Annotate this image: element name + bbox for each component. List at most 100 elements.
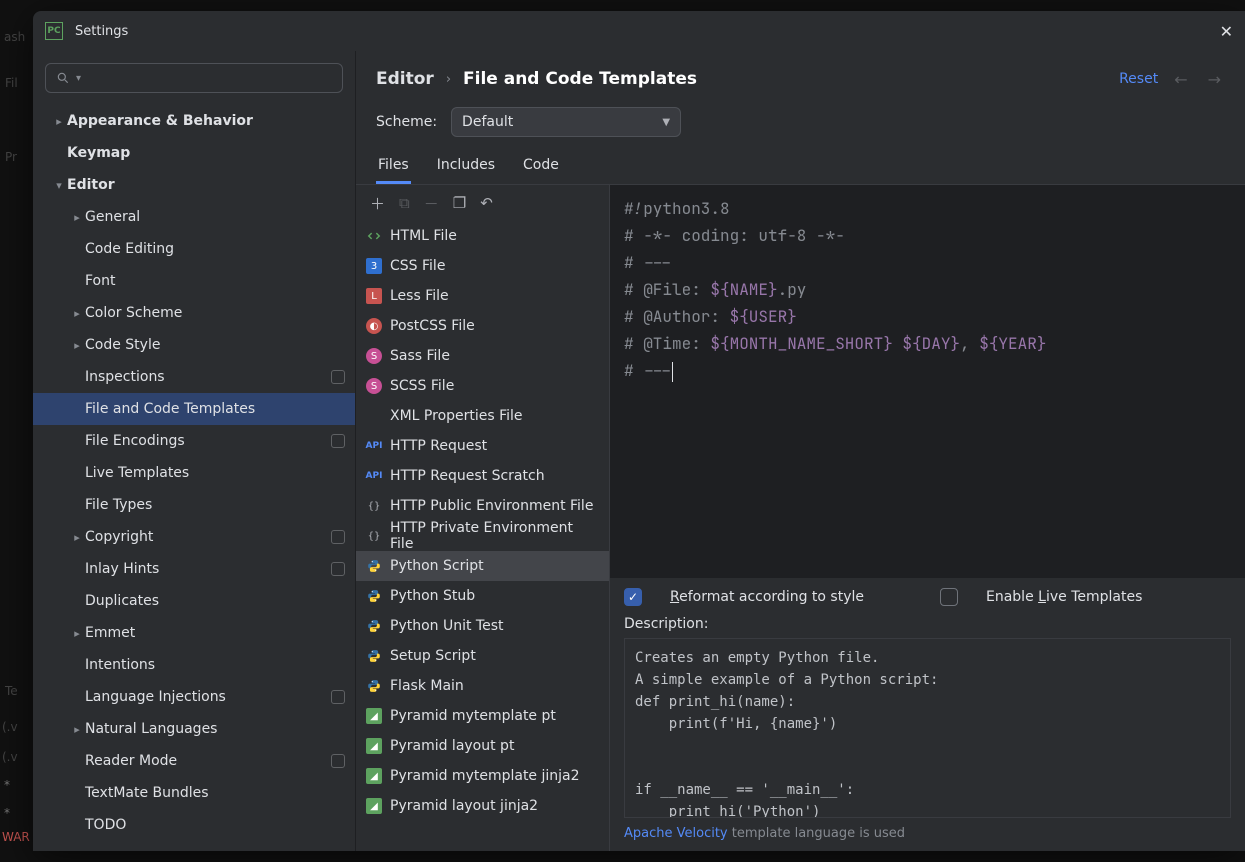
sidebar-item[interactable]: File and Code Templates: [33, 393, 355, 425]
forward-button[interactable]: →: [1204, 70, 1225, 89]
scheme-select[interactable]: Default ▼: [451, 107, 681, 137]
settings-sidebar: ▾ ▸Appearance & Behavior Keymap ▾Editor▸Ge…: [33, 51, 356, 851]
live-templates-checkbox[interactable]: [940, 588, 958, 606]
settings-tree[interactable]: ▸Appearance & Behavior Keymap ▾Editor▸Gene…: [33, 105, 355, 851]
copy-button[interactable]: ❐: [453, 194, 466, 212]
pyr-icon: ◢: [366, 708, 382, 724]
py-icon: [366, 678, 382, 694]
template-item[interactable]: ◢Pyramid mytemplate jinja2: [356, 761, 609, 791]
json-icon: {}: [366, 498, 382, 514]
sidebar-item[interactable]: ▸General: [33, 201, 355, 233]
template-item[interactable]: 3CSS File: [356, 251, 609, 281]
titlebar: PC Settings ✕: [33, 11, 1245, 51]
sidebar-item[interactable]: Inspections: [33, 361, 355, 393]
tab-includes[interactable]: Includes: [435, 147, 497, 184]
sidebar-item-label: Live Templates: [85, 465, 189, 481]
chevron-right-icon[interactable]: ▸: [69, 339, 85, 352]
chevron-right-icon[interactable]: ▸: [69, 211, 85, 224]
template-item[interactable]: APIHTTP Request Scratch: [356, 461, 609, 491]
sidebar-item[interactable]: ▸Emmet: [33, 617, 355, 649]
template-item-label: Python Stub: [390, 588, 475, 604]
template-item-label: Pyramid layout pt: [390, 738, 514, 754]
chevron-right-icon[interactable]: ▸: [69, 531, 85, 544]
template-item[interactable]: SSass File: [356, 341, 609, 371]
sidebar-item[interactable]: Code Editing: [33, 233, 355, 265]
template-item[interactable]: ◢ Pyramid layout pt: [356, 731, 609, 761]
breadcrumb: Editor › File and Code Templates Reset ←…: [356, 51, 1245, 107]
tab-files[interactable]: Files: [376, 147, 411, 184]
sidebar-item[interactable]: Inlay Hints: [33, 553, 355, 585]
sidebar-item[interactable]: Intentions: [33, 649, 355, 681]
sidebar-item-label: Keymap: [67, 145, 130, 161]
chevron-right-icon[interactable]: ▸: [69, 723, 85, 736]
chevron-right-icon[interactable]: ▸: [51, 115, 67, 128]
sidebar-item[interactable]: TODO: [33, 809, 355, 841]
template-item[interactable]: XML Properties File: [356, 401, 609, 431]
breadcrumb-root[interactable]: Editor: [376, 69, 434, 89]
close-button[interactable]: ✕: [1220, 22, 1233, 41]
template-item-label: Flask Main: [390, 678, 464, 694]
template-item[interactable]: Python Unit Test: [356, 611, 609, 641]
sidebar-item[interactable]: Duplicates: [33, 585, 355, 617]
reformat-label[interactable]: Reformat according to style: [670, 589, 864, 605]
reset-button[interactable]: Reset: [1119, 71, 1158, 87]
back-button[interactable]: ←: [1170, 70, 1191, 89]
template-item[interactable]: ◐PostCSS File: [356, 311, 609, 341]
pycharm-icon: PC: [45, 22, 63, 40]
postcss-icon: ◐: [366, 318, 382, 334]
project-scope-icon: [331, 530, 345, 544]
sidebar-item[interactable]: Live Templates: [33, 457, 355, 489]
template-item[interactable]: HTML File: [356, 221, 609, 251]
py-icon: [366, 558, 382, 574]
reformat-checkbox[interactable]: ✓: [624, 588, 642, 606]
sidebar-item-label: Intentions: [85, 657, 155, 673]
sidebar-item[interactable]: ▸Color Scheme: [33, 297, 355, 329]
css-icon: 3: [366, 258, 382, 274]
scheme-label: Scheme:: [376, 114, 437, 130]
search-input[interactable]: ▾: [45, 63, 343, 93]
tab-code[interactable]: Code: [521, 147, 561, 184]
py-icon: [366, 588, 382, 604]
template-item[interactable]: Setup Script: [356, 641, 609, 671]
template-code-editor[interactable]: #!python3.8 # -*- coding: utf-8 -*- # --…: [610, 185, 1245, 578]
sidebar-item[interactable]: ▸Code Style: [33, 329, 355, 361]
template-item[interactable]: Flask Main: [356, 671, 609, 701]
template-item[interactable]: {}HTTP Private Environment File: [356, 521, 609, 551]
template-item[interactable]: APIHTTP Request: [356, 431, 609, 461]
sidebar-item[interactable]: ▸Copyright: [33, 521, 355, 553]
template-item[interactable]: SSCSS File: [356, 371, 609, 401]
sidebar-item[interactable]: File Encodings: [33, 425, 355, 457]
sidebar-item[interactable]: ▾Editor: [33, 169, 355, 201]
add-button[interactable]: ＋: [370, 193, 385, 214]
sidebar-item[interactable]: ▸Appearance & Behavior: [33, 105, 355, 137]
less-icon: L: [366, 288, 382, 304]
template-item[interactable]: ◢Pyramid layout jinja2: [356, 791, 609, 821]
description-text[interactable]: Creates an empty Python file. A simple e…: [624, 638, 1231, 818]
chevron-down-icon[interactable]: ▾: [51, 179, 67, 192]
sidebar-item[interactable]: TextMate Bundles: [33, 777, 355, 809]
sidebar-item[interactable]: File Types: [33, 489, 355, 521]
sidebar-item-label: Inlay Hints: [85, 561, 159, 577]
template-item[interactable]: LLess File: [356, 281, 609, 311]
template-item[interactable]: {}HTTP Public Environment File: [356, 491, 609, 521]
velocity-link[interactable]: Apache Velocity: [624, 826, 728, 841]
chevron-right-icon[interactable]: ▸: [69, 627, 85, 640]
project-scope-icon: [331, 434, 345, 448]
chevron-right-icon[interactable]: ▸: [69, 307, 85, 320]
sidebar-item[interactable]: ▸Natural Languages: [33, 713, 355, 745]
template-list[interactable]: HTML File3CSS FileLLess File◐PostCSS Fil…: [356, 221, 609, 851]
revert-button[interactable]: ↶: [480, 194, 493, 212]
sidebar-item[interactable]: Language Injections: [33, 681, 355, 713]
live-templates-label[interactable]: Enable Live Templates: [986, 589, 1142, 605]
template-item[interactable]: Python Script: [356, 551, 609, 581]
add-child-button: ⧉: [399, 194, 410, 212]
sidebar-item[interactable]: Font: [33, 265, 355, 297]
sass-icon: S: [366, 348, 382, 364]
pyr-icon: ◢: [366, 738, 382, 754]
template-item[interactable]: ◢Pyramid mytemplate pt: [356, 701, 609, 731]
project-scope-icon: [331, 690, 345, 704]
template-item[interactable]: Python Stub: [356, 581, 609, 611]
sidebar-item[interactable]: Reader Mode: [33, 745, 355, 777]
sidebar-item[interactable]: Keymap: [33, 137, 355, 169]
template-item-label: Python Unit Test: [390, 618, 504, 634]
